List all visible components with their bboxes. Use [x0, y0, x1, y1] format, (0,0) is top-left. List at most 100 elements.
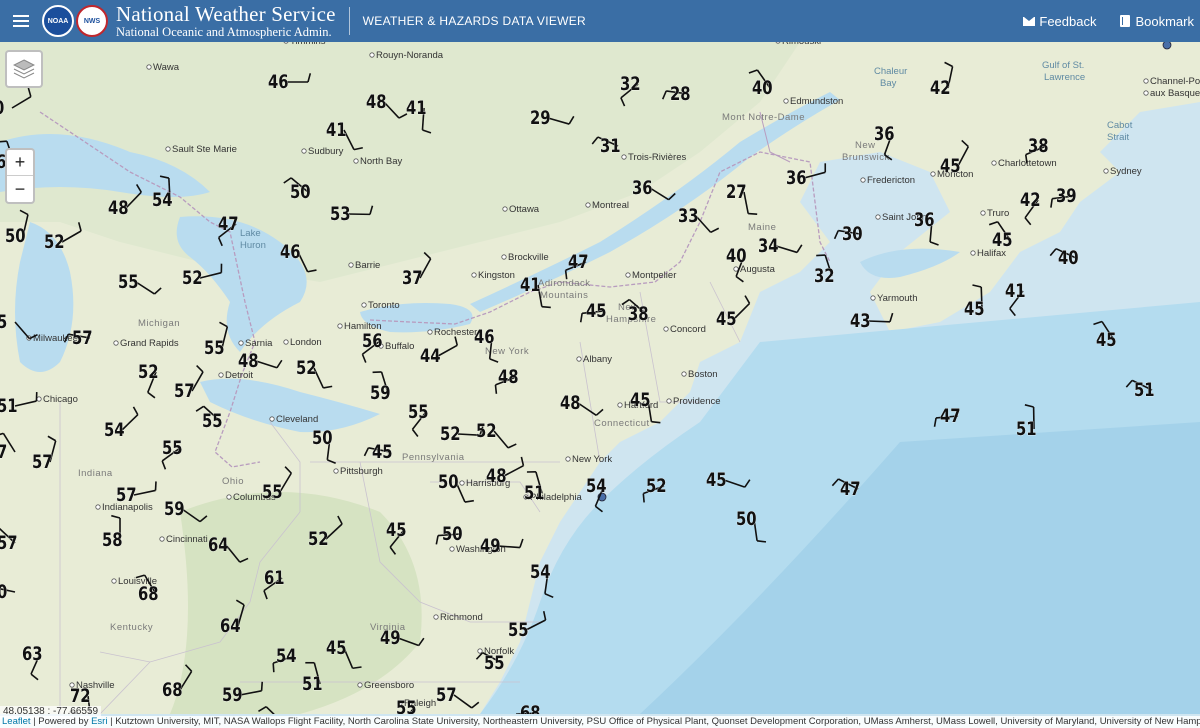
city-marker [775, 42, 781, 44]
menu-icon[interactable] [0, 0, 42, 42]
city-marker [353, 158, 359, 164]
temperature-label: 36 [786, 167, 807, 189]
temperature-label: 68 [162, 679, 183, 701]
wind-barb-flag [651, 420, 661, 424]
temperature-label: 51 [302, 673, 323, 695]
place-label: Cabot [1107, 120, 1133, 131]
map-canvas[interactable]: TimminsRouyn-NorandaRimouskiGulf of St.L… [0, 42, 1200, 714]
zoom-out-button[interactable]: − [7, 176, 33, 202]
temperature-label: 29 [530, 107, 551, 129]
city-marker [970, 250, 976, 256]
temperature-label: 57 [32, 451, 53, 473]
site-title-sub: National Oceanic and Atmospheric Admin. [116, 24, 332, 39]
temperature-label: 45 [940, 155, 961, 177]
city-marker [283, 339, 289, 345]
city-marker [333, 468, 339, 474]
temperature-label: 52 [296, 357, 317, 379]
place-label: Richmond [440, 612, 483, 623]
place-label: Charlottetown [998, 158, 1057, 169]
temperature-label: 57 [0, 532, 18, 554]
city-marker [283, 42, 289, 44]
city-marker [783, 98, 789, 104]
temperature-label: 0 [0, 97, 4, 119]
leaflet-link[interactable]: Leaflet [2, 716, 31, 727]
viewer-title: WEATHER & HAZARDS DATA VIEWER [362, 14, 587, 28]
place-label: Concord [670, 324, 706, 335]
city-marker [565, 456, 571, 462]
temperature-label: 50 [442, 523, 463, 545]
temperature-label: 38 [628, 303, 649, 325]
place-label: Ottawa [509, 204, 540, 215]
attribution-text: | Kutztown University, MIT, NASA Wallops… [107, 716, 1200, 727]
temperature-label: 28 [670, 83, 691, 105]
bookmark-button[interactable]: Bookmark [1120, 14, 1194, 29]
temperature-label: 45 [630, 389, 651, 411]
temperature-label: 56 [362, 330, 383, 352]
temperature-label: 52 [308, 528, 329, 550]
wind-barb-flag [642, 493, 645, 503]
place-label: Brockville [508, 252, 549, 263]
temperature-label: 61 [264, 567, 285, 589]
station-observation[interactable]: 55 [396, 697, 417, 714]
place-label: Lake [240, 228, 261, 239]
zoom-control: + − [5, 148, 35, 204]
temperature-label: 52 [182, 267, 203, 289]
temperature-label: 45 [586, 300, 607, 322]
city-marker [218, 372, 224, 378]
place-label: Boston [688, 369, 718, 380]
city-marker [95, 504, 101, 510]
city-marker [433, 614, 439, 620]
place-label: Sudbury [308, 146, 344, 157]
city-marker [930, 171, 936, 177]
wind-barb-flag [260, 681, 264, 691]
temperature-label: 45 [1096, 329, 1117, 351]
city-marker [663, 326, 669, 332]
temperature-label: 57 [72, 327, 93, 349]
temperature-label: 59 [370, 382, 391, 404]
station-observation[interactable]: 57 [0, 527, 18, 555]
city-marker [159, 536, 165, 542]
place-label: Sydney [1110, 166, 1142, 177]
city-marker [337, 323, 343, 329]
zoom-in-button[interactable]: + [7, 150, 33, 176]
temperature-label: 40 [726, 245, 747, 267]
temperature-label: 55 [118, 271, 139, 293]
wind-barb-flag [272, 663, 275, 673]
temperature-label: 59 [164, 498, 185, 520]
temperature-label: 47 [568, 251, 589, 273]
city-marker [357, 682, 363, 688]
place-label: Lawrence [1044, 72, 1085, 83]
place-label: Yarmouth [877, 293, 917, 304]
place-label: Kingston [478, 270, 515, 281]
layers-button[interactable] [5, 50, 43, 88]
temperature-label: 55 [484, 652, 505, 674]
city-marker [621, 154, 627, 160]
temperature-label: 49 [380, 627, 401, 649]
temperature-label: 68 [520, 702, 541, 714]
city-marker [477, 648, 483, 654]
esri-link[interactable]: Esri [91, 716, 107, 727]
temperature-label: 63 [22, 643, 43, 665]
city-marker [36, 396, 42, 402]
temperature-label: 48 [238, 350, 259, 372]
temperature-label: 57 [436, 684, 457, 706]
temperature-label: 47 [840, 478, 861, 500]
place-label: Chicago [43, 394, 78, 405]
noaa-logo[interactable]: NOAA [42, 5, 74, 37]
city-marker [625, 272, 631, 278]
feedback-button[interactable]: Feedback [1023, 14, 1096, 29]
city-marker [501, 254, 507, 260]
place-label: Rimouski [782, 42, 821, 47]
temperature-label: 36 [874, 123, 895, 145]
temperature-label: 52 [646, 475, 667, 497]
city-marker [269, 416, 275, 422]
place-label: Michigan [138, 318, 180, 329]
temperature-label: 30 [842, 223, 863, 245]
temperature-label: 40 [752, 77, 773, 99]
site-title[interactable]: National Weather Service National Oceani… [116, 3, 336, 39]
place-label: Mont Notre-Dame [722, 112, 805, 123]
city-marker [980, 210, 986, 216]
temperature-label: 42 [1020, 189, 1041, 211]
basemap: TimminsRouyn-NorandaRimouskiGulf of St.L… [0, 42, 1200, 714]
nws-logo[interactable]: NWS [76, 5, 108, 37]
